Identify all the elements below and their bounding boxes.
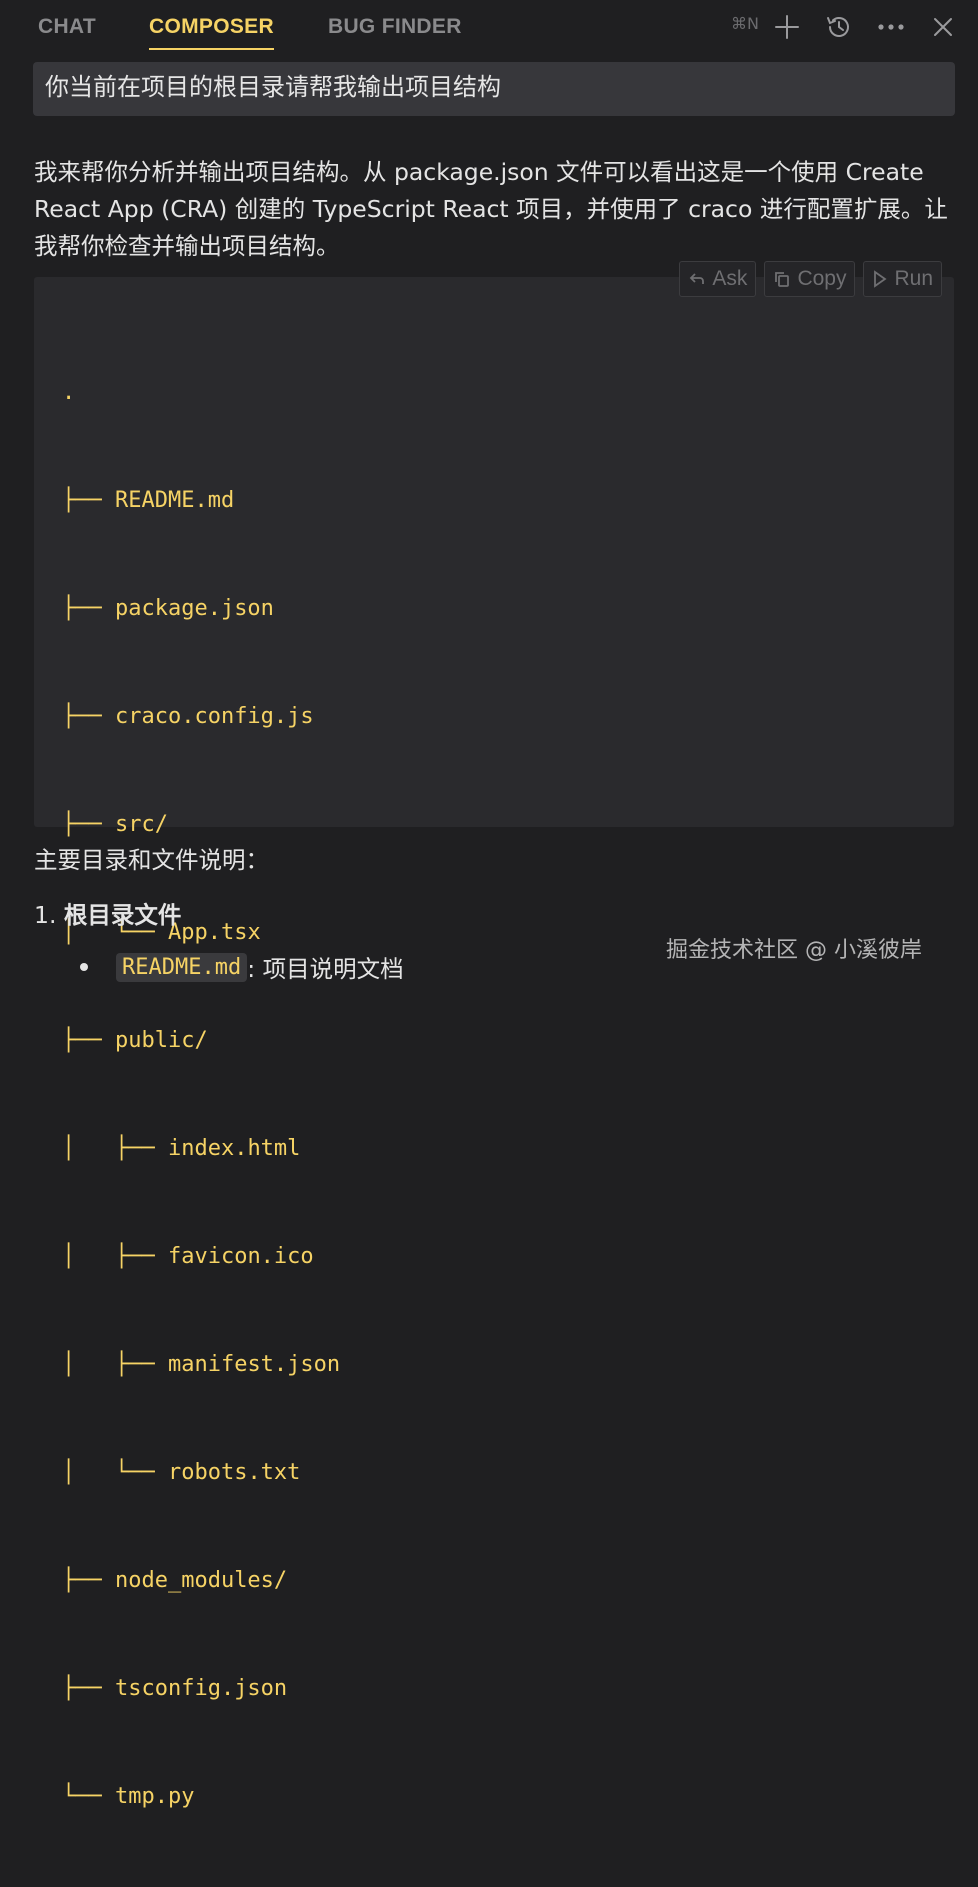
tab-bug-finder[interactable]: BUG FINDER xyxy=(328,0,462,52)
user-prompt: 你当前在项目的根目录请帮我输出项目结构 xyxy=(33,62,955,116)
tree-line: ├── tsconfig.json xyxy=(62,1671,340,1707)
tree-branch: ├── xyxy=(62,596,115,621)
tree-entry: package.json xyxy=(114,596,274,621)
section-heading: 1. 根目录文件 xyxy=(34,896,181,930)
tree-branch: ├── xyxy=(62,488,115,513)
description-heading: 主要目录和文件说明： xyxy=(34,846,269,874)
tree-line: │ ├── favicon.ico xyxy=(62,1239,340,1275)
tree-branch: ├── xyxy=(62,812,115,837)
tab-composer[interactable]: COMPOSER xyxy=(149,0,274,52)
tree-branch: │ ├── xyxy=(62,1136,168,1161)
list-item: README.md : 项目说明文档 xyxy=(80,950,404,984)
tree-entry: README.md xyxy=(114,488,235,513)
more-icon[interactable] xyxy=(874,10,908,44)
code-block: Ask Copy Run . ├── README.md ├── package… xyxy=(34,261,954,1809)
tab-chat[interactable]: CHAT xyxy=(38,0,96,52)
tree-line: ├── package.json xyxy=(62,591,340,627)
tree-entry: craco.config.js xyxy=(114,704,314,729)
tree-branch: ├── xyxy=(62,1676,115,1701)
tree-line: │ └── robots.txt xyxy=(62,1455,340,1491)
tree-entry: src/ xyxy=(114,812,168,837)
tree-entry: manifest.json xyxy=(167,1352,341,1377)
tree-entry: favicon.ico xyxy=(167,1244,314,1269)
tree-line: │ ├── index.html xyxy=(62,1131,340,1167)
tree-branch: ├── xyxy=(62,1028,115,1053)
reply-icon xyxy=(690,273,705,284)
copy-button[interactable]: Copy xyxy=(764,261,856,297)
tree-line: ├── README.md xyxy=(62,483,340,519)
tree-entry: index.html xyxy=(167,1136,301,1161)
tree-line: . xyxy=(62,375,340,411)
tree-entry: tsconfig.json xyxy=(114,1676,288,1701)
watermark: 掘金技术社区 @ 小溪彼岸 xyxy=(666,938,922,963)
tree-branch: ├── xyxy=(62,704,115,729)
section-number: 1. xyxy=(34,901,57,929)
tree-line: ├── src/ xyxy=(62,807,340,843)
close-icon[interactable] xyxy=(926,10,960,44)
tree-entry: robots.txt xyxy=(167,1460,301,1485)
tree-entry: public/ xyxy=(114,1028,208,1053)
tree-line: ├── node_modules/ xyxy=(62,1563,340,1599)
tree-line: ├── craco.config.js xyxy=(62,699,340,735)
tree-line: ├── public/ xyxy=(62,1023,340,1059)
tree-branch: . xyxy=(62,380,76,405)
run-label: Run xyxy=(894,267,933,290)
list-item-text: : 项目说明文档 xyxy=(247,955,404,983)
tree-line: │ ├── manifest.json xyxy=(62,1347,340,1383)
ask-label: Ask xyxy=(712,267,748,290)
tree-entry: App.tsx xyxy=(167,920,261,945)
plus-icon[interactable] xyxy=(770,10,804,44)
inline-code: README.md xyxy=(116,952,248,982)
run-button[interactable]: Run xyxy=(863,261,942,297)
tree-branch: │ ├── xyxy=(62,1352,168,1377)
copy-icon xyxy=(775,272,790,287)
copy-label: Copy xyxy=(797,267,847,290)
tree-entry: node_modules/ xyxy=(114,1568,288,1593)
code-actions: Ask Copy Run xyxy=(679,261,942,297)
play-icon xyxy=(874,270,888,288)
project-tree: . ├── README.md ├── package.json ├── cra… xyxy=(62,303,340,1887)
bullet-dot xyxy=(80,963,88,971)
history-icon[interactable] xyxy=(822,10,856,44)
tab-bar: CHAT COMPOSER BUG FINDER ⌘N xyxy=(0,0,978,56)
tree-branch: └── xyxy=(62,1784,115,1809)
assistant-answer-text: 我来帮你分析并输出项目结构。从 package.json 文件可以看出这是一个使… xyxy=(34,158,948,260)
ask-button[interactable]: Ask xyxy=(679,261,757,297)
tree-line: └── tmp.py xyxy=(62,1779,340,1815)
new-chat-shortcut: ⌘N xyxy=(731,14,759,33)
section-title: 根目录文件 xyxy=(63,901,182,929)
tree-branch: │ └── xyxy=(62,1460,168,1485)
tree-entry: tmp.py xyxy=(114,1784,195,1809)
tree-branch: ├── xyxy=(62,1568,115,1593)
tree-branch: │ ├── xyxy=(62,1244,168,1269)
